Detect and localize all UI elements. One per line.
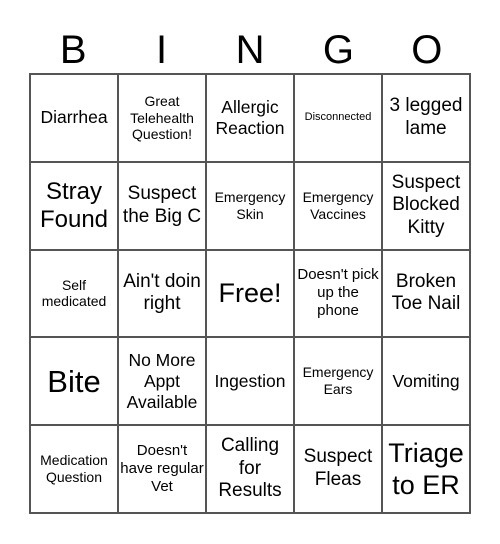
bingo-cell-text: Suspect Fleas [303,446,373,491]
bingo-cell[interactable]: Diarrhea [30,74,118,162]
bingo-cell[interactable]: Bite [30,337,118,426]
bingo-cell-text: Suspect Blocked Kitty [391,171,461,239]
bingo-cell[interactable]: Suspect the Big C [118,161,206,250]
bingo-cell[interactable]: Vomiting [382,337,470,426]
bingo-cell-text: Stray Found [39,178,109,233]
bingo-cell[interactable]: Self medicated [30,249,118,338]
header-letter-i: I [156,28,168,72]
bingo-cell[interactable]: Emergency Vaccines [294,161,382,250]
bingo-cell[interactable]: Doesn't have regular Vet [118,425,206,513]
bingo-cell[interactable]: Triage to ER [382,425,470,513]
bingo-cell-text: Calling for Results [218,434,282,502]
bingo-cell-text: Bite [47,363,101,399]
bingo-cell-text: Emergency Vaccines [302,188,374,222]
bingo-cell[interactable]: Stray Found [30,161,118,250]
bingo-cell[interactable]: Emergency Ears [294,337,382,426]
bingo-grid: Diarrhea Great Telehealth Question! Allerg… [29,73,471,514]
bingo-cell[interactable]: Ingestion [206,337,294,426]
header-letter-g: G [322,28,354,72]
bingo-cell[interactable]: Suspect Blocked Kitty [382,161,470,250]
bingo-cell[interactable]: Medication Question [30,425,118,513]
bingo-cell[interactable]: Allergic Reaction [206,74,294,162]
header-letter-b: B [59,28,87,72]
bingo-cell-text: Allergic Reaction [215,96,285,138]
bingo-cell-text: Medication Question [40,452,108,486]
bingo-cell-text: Diarrhea [40,107,108,128]
bingo-cell-text: Disconnected [304,111,372,124]
bingo-cell-text: Ingestion [214,370,286,391]
bingo-cell-text: Self medicated [41,276,107,310]
bingo-cell[interactable]: Calling for Results [206,425,294,513]
bingo-header: B I N G O [29,28,471,73]
bingo-cell-text: 3 legged lame [389,95,463,139]
bingo-cell-text: Doesn't pick up the phone [297,266,379,320]
bingo-cell-text: Suspect the Big C [122,182,202,227]
bingo-cell-text: Emergency Skin [214,188,286,222]
bingo-cell[interactable]: Broken Toe Nail [382,249,470,338]
header-letter-n: N [235,28,265,72]
bingo-cell-text: Great Telehealth Question! [130,92,194,143]
bingo-cell-text: Emergency Ears [302,364,374,398]
bingo-cell[interactable]: Emergency Skin [206,161,294,250]
bingo-cell-text: Doesn't have regular Vet [120,442,204,496]
bingo-cell-text: Vomiting [392,370,460,391]
bingo-cell[interactable]: Suspect Fleas [294,425,382,513]
bingo-cell-text: Broken Toe Nail [391,270,461,315]
bingo-cell-text: Triage to ER [388,437,464,501]
header-letter-o: O [411,28,443,72]
bingo-cell-text: Free! [218,278,282,309]
bingo-cell[interactable]: Ain't doin right [118,249,206,338]
bingo-cell-text: Ain't doin right [123,270,201,315]
bingo-cell[interactable]: Disconnected [294,74,382,162]
bingo-cell[interactable]: No More Appt Available [118,337,206,426]
bingo-cell-text: No More Appt Available [126,349,198,412]
bingo-cell[interactable]: 3 legged lame [382,74,470,162]
bingo-cell[interactable]: Great Telehealth Question! [118,74,206,162]
bingo-cell[interactable]: Doesn't pick up the phone [294,249,382,338]
bingo-cell[interactable]: Free! [206,249,294,338]
